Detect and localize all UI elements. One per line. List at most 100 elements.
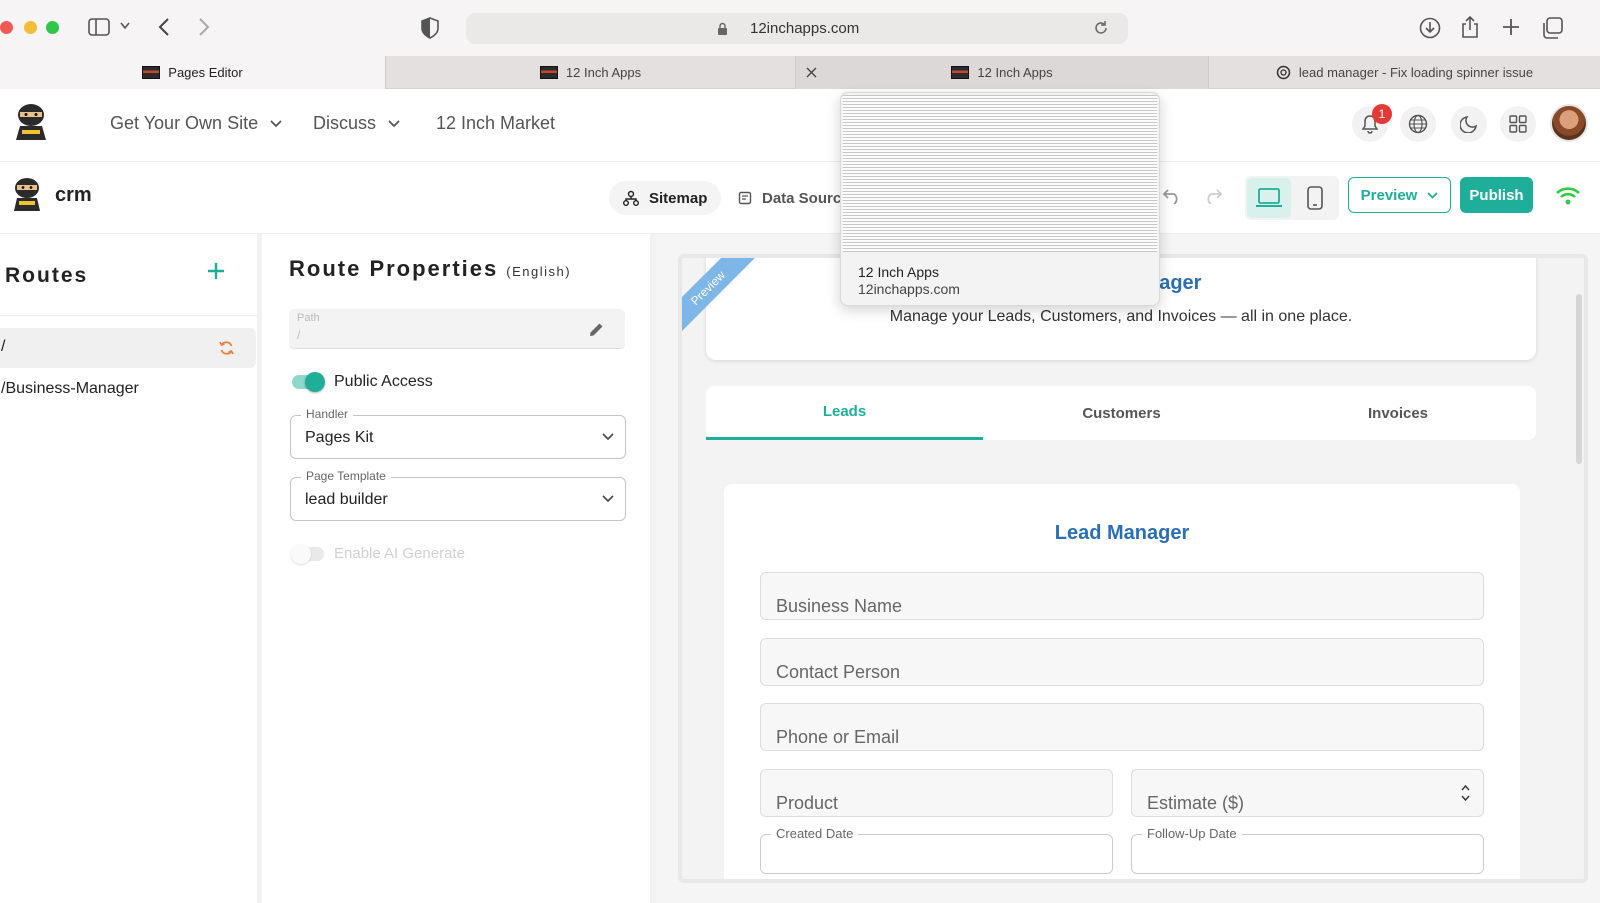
browser-tab-12inch-apps-hovered[interactable]: 12 Inch Apps: [796, 56, 1209, 89]
route-path: /: [1, 338, 6, 355]
number-stepper-icon[interactable]: [1461, 784, 1470, 802]
privacy-shield-icon[interactable]: [421, 17, 439, 39]
data-sources-label: Data Source: [762, 189, 850, 207]
sidebar-toggle-icon[interactable]: [88, 18, 110, 36]
globe-icon: [1408, 114, 1428, 134]
zoom-window-button[interactable]: [46, 21, 59, 34]
browser-tab-lead-manager[interactable]: lead manager - Fix loading spinner issue: [1209, 56, 1600, 89]
url-text: 12inchapps.com: [750, 20, 860, 37]
database-icon: [738, 191, 752, 205]
edit-pencil-icon[interactable]: [588, 321, 605, 338]
handler-value: Pages Kit: [305, 429, 374, 446]
add-route-icon[interactable]: [207, 262, 225, 280]
business-name-input[interactable]: Business Name: [760, 572, 1484, 620]
preview-frame: nager Manage your Leads, Customers, and …: [678, 254, 1588, 883]
followup-date-input[interactable]: Follow-Up Date: [1131, 826, 1484, 874]
share-icon[interactable]: [1461, 15, 1479, 39]
minimize-window-button[interactable]: [24, 21, 37, 34]
notification-count-badge: 1: [1372, 104, 1392, 124]
estimate-input[interactable]: Estimate ($): [1131, 769, 1484, 817]
tab-leads[interactable]: Leads: [706, 386, 983, 440]
ninja-logo-icon[interactable]: [12, 102, 50, 142]
reload-icon[interactable]: [1093, 20, 1109, 36]
download-icon[interactable]: [1419, 17, 1441, 39]
site-favicon-icon: [951, 66, 970, 79]
handler-label: Handler: [301, 407, 354, 421]
field-placeholder: Estimate ($): [1147, 793, 1245, 813]
page-template-value: lead builder: [305, 491, 388, 508]
publish-label: Publish: [1469, 186, 1524, 204]
chevron-down-icon: [1427, 191, 1438, 199]
followup-date-label: Follow-Up Date: [1142, 826, 1242, 841]
created-date-input[interactable]: Created Date: [760, 826, 1113, 874]
tab-title: Pages Editor: [168, 65, 243, 80]
tab-preview-url: 12inchapps.com: [858, 281, 960, 297]
nav-get-your-own-site[interactable]: Get Your Own Site: [110, 113, 282, 134]
path-value: /: [297, 328, 301, 342]
handler-select[interactable]: Handler Pages Kit: [290, 407, 626, 459]
tab-title: 12 Inch Apps: [977, 65, 1053, 80]
nav-12-inch-market[interactable]: 12 Inch Market: [436, 113, 555, 134]
chatgpt-favicon-icon: [1276, 65, 1291, 80]
apps-grid-icon: [1509, 115, 1527, 133]
close-tab-icon[interactable]: [806, 67, 817, 78]
phone-icon: [1307, 186, 1323, 210]
undo-icon[interactable]: [1160, 188, 1182, 204]
close-window-button[interactable]: [0, 21, 13, 34]
path-label: Path: [297, 312, 320, 324]
mobile-view-button[interactable]: [1293, 178, 1337, 218]
chevron-down-icon: [388, 119, 400, 128]
nav-label: 12 Inch Market: [436, 113, 556, 133]
route-path: /Business-Manager: [1, 380, 139, 397]
apps-grid-button[interactable]: [1500, 106, 1536, 142]
page-template-select[interactable]: Page Template lead builder: [290, 469, 626, 521]
tab-customers[interactable]: Customers: [983, 386, 1260, 440]
tab-preview-title: 12 Inch Apps: [858, 264, 939, 280]
preview-label: Preview: [1360, 186, 1418, 204]
publish-button[interactable]: Publish: [1460, 177, 1533, 213]
sync-icon[interactable]: [219, 340, 234, 356]
desktop-view-button[interactable]: [1247, 178, 1291, 218]
device-switcher: [1245, 176, 1339, 220]
route-item-selected[interactable]: /: [0, 328, 256, 368]
enable-ai-label: Enable AI Generate: [334, 545, 465, 562]
tab-overview-icon[interactable]: [1541, 17, 1563, 39]
field-placeholder: Business Name: [776, 596, 903, 616]
laptop-icon: [1256, 188, 1282, 208]
canvas-scrollbar[interactable]: [1576, 294, 1582, 464]
sitemap-button[interactable]: Sitemap: [609, 181, 722, 215]
route-properties-heading: Route Properties (English): [289, 256, 571, 282]
enable-ai-toggle[interactable]: Enable AI Generate: [291, 543, 465, 564]
tab-hover-preview: 12 Inch Apps 12inchapps.com: [840, 92, 1160, 306]
route-properties-title: Route Properties: [289, 256, 499, 281]
contact-person-input[interactable]: Contact Person: [760, 638, 1484, 686]
tab-invoices[interactable]: Invoices: [1260, 386, 1536, 440]
divider: [0, 315, 257, 316]
notifications-button[interactable]: 1: [1352, 104, 1392, 142]
product-input[interactable]: Product: [760, 769, 1113, 817]
route-item[interactable]: /Business-Manager: [0, 369, 256, 409]
redo-icon[interactable]: [1203, 188, 1225, 204]
nav-discuss[interactable]: Discuss: [313, 113, 400, 134]
new-tab-icon[interactable]: [1502, 18, 1520, 36]
language-button[interactable]: [1400, 106, 1436, 142]
lead-form-card: Lead Manager Business Name Contact Perso…: [724, 484, 1520, 879]
back-arrow-icon[interactable]: [158, 17, 170, 37]
phone-or-email-input[interactable]: Phone or Email: [760, 703, 1484, 751]
forward-arrow-icon[interactable]: [198, 17, 210, 37]
address-bar[interactable]: 12inchapps.com: [466, 13, 1128, 44]
toggle-switch[interactable]: [291, 543, 324, 564]
browser-tab-12inch-apps[interactable]: 12 Inch Apps: [386, 56, 796, 89]
path-field[interactable]: Path /: [289, 309, 625, 349]
user-avatar[interactable]: [1550, 104, 1588, 142]
browser-tab-pages-editor[interactable]: Pages Editor: [0, 56, 386, 89]
browser-toolbar: 12inchapps.com: [0, 0, 1600, 56]
chevron-down-icon[interactable]: [120, 22, 130, 30]
toggle-switch[interactable]: [292, 372, 325, 392]
tab-label: Leads: [822, 403, 867, 420]
public-access-toggle[interactable]: Public Access: [292, 372, 433, 392]
preview-button[interactable]: Preview: [1348, 177, 1451, 213]
app-name: crm: [55, 184, 92, 206]
preview-canvas: nager Manage your Leads, Customers, and …: [656, 234, 1600, 903]
dark-mode-toggle[interactable]: [1451, 106, 1487, 142]
